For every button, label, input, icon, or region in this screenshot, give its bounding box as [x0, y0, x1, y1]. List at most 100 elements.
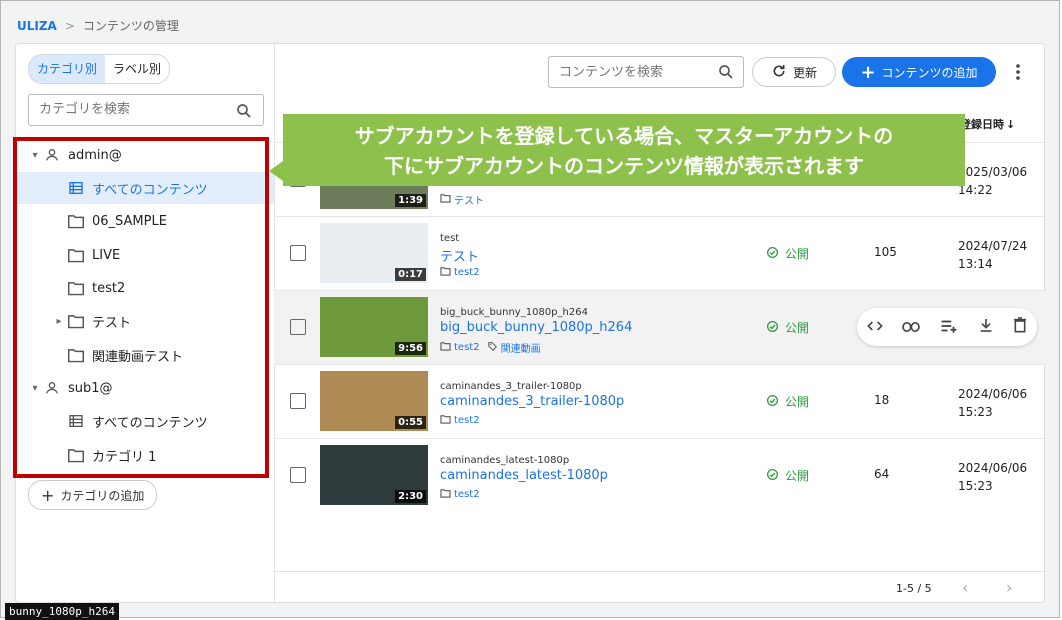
category-link[interactable]: test2	[454, 415, 480, 426]
view-count: 64	[874, 467, 890, 481]
table-row[interactable]: 0:55 caminandes_3_trailer-1080p caminandes…	[274, 364, 1046, 438]
category-tree-item[interactable]: ▾ sub1@	[16, 372, 274, 404]
content-search	[548, 56, 744, 88]
category-tree-item[interactable]: ▾ admin@	[16, 139, 274, 171]
category-link[interactable]: test2	[454, 489, 480, 500]
duration-badge: 0:17	[395, 268, 426, 281]
content-title-link[interactable]: caminandes_3_trailer-1080p	[440, 394, 624, 409]
code-icon[interactable]	[866, 318, 883, 337]
delete-icon[interactable]	[1013, 317, 1027, 337]
content-search-input[interactable]	[557, 64, 711, 81]
category-tree-label: カテゴリ 1	[92, 449, 157, 465]
folder-icon	[66, 278, 86, 298]
person-icon	[42, 145, 62, 165]
table-footer: 1-5 / 5 ‹ ›	[274, 571, 1046, 605]
row-checkbox[interactable]	[290, 245, 306, 261]
category-tree-item[interactable]: すべてのコンテンツ	[16, 172, 274, 204]
pagination-range: 1-5 / 5	[896, 582, 932, 595]
check-circle-icon	[766, 394, 779, 410]
more-vert-icon[interactable]	[1008, 58, 1028, 86]
label-link[interactable]: 関連動画	[501, 340, 541, 355]
content-meta: test2	[440, 266, 480, 279]
folder-icon	[440, 488, 451, 501]
add-content-label: コンテンツの追加	[881, 65, 978, 80]
table-row[interactable]: 9:56 big_buck_bunny_1080p_h264 big_buck_bu…	[274, 290, 1046, 364]
chevron-right-icon[interactable]: ›	[1006, 578, 1012, 597]
category-tree-item[interactable]: LIVE	[16, 239, 274, 271]
column-header-date-label: 登録日時	[960, 118, 1004, 131]
add-category-button[interactable]: + カテゴリの追加	[28, 480, 158, 510]
row-checkbox[interactable]	[290, 393, 306, 409]
app-window: ULIZA > コンテンツの管理 カテゴリ別 ラベル別 ▾ admin@ すべてのコ…	[0, 0, 1060, 620]
toggle-by-label[interactable]: ラベル別	[105, 55, 169, 83]
status-label: 公開	[785, 469, 810, 483]
video-thumbnail[interactable]: 0:17	[320, 223, 428, 283]
content-title-link[interactable]: big_buck_bunny_1080p_h264	[440, 320, 632, 335]
add-content-button[interactable]: + コンテンツの追加	[842, 57, 996, 87]
registered-date: 2024/07/24 13:14	[958, 237, 1027, 273]
folder-icon	[440, 414, 451, 427]
category-sidebar: カテゴリ別 ラベル別 ▾ admin@ すべてのコンテンツ 06_SAMPLE LIVE…	[16, 44, 275, 602]
breadcrumb: ULIZA > コンテンツの管理	[17, 17, 179, 34]
category-tree-item[interactable]: 関連動画テスト	[16, 339, 274, 371]
chevron-left-icon[interactable]: ‹	[962, 578, 968, 597]
category-search-input[interactable]	[37, 101, 231, 118]
content-id: big_buck_bunny_1080p_h264	[440, 307, 588, 318]
category-tree-label: すべてのコンテンツ	[92, 182, 208, 198]
category-link[interactable]: test2	[454, 342, 480, 353]
toggle-by-category[interactable]: カテゴリ別	[29, 55, 106, 83]
video-thumbnail[interactable]: 0:55	[320, 371, 428, 431]
status-badge: 公開	[766, 319, 809, 336]
link-icon[interactable]	[902, 318, 921, 337]
list-icon	[66, 178, 86, 198]
callout-pointer	[269, 161, 283, 181]
row-checkbox[interactable]	[290, 467, 306, 483]
category-link[interactable]: test2	[454, 267, 480, 278]
category-link[interactable]: テスト	[454, 192, 484, 207]
row-actions	[857, 308, 1037, 346]
registered-date-day: 2025/03/06	[958, 165, 1028, 179]
expand-arrow-right-icon[interactable]: ▸	[52, 316, 66, 327]
sort-arrow-down-icon: ↓	[1006, 117, 1016, 131]
expand-arrow-down-icon[interactable]: ▾	[28, 383, 42, 394]
registered-date: 2024/06/06 15:23	[958, 459, 1027, 495]
category-tree-item[interactable]: 06_SAMPLE	[16, 205, 274, 237]
category-tree-item[interactable]: カテゴリ 1	[16, 439, 274, 471]
playlist-add-icon[interactable]	[940, 318, 958, 337]
table-row[interactable]: 0:17 test テスト test2 公開 105 2024/07/24 13:14	[274, 216, 1046, 290]
registered-date-day: 2024/07/24	[958, 239, 1028, 253]
content-id: test	[440, 233, 460, 244]
category-tree-item[interactable]: test2	[16, 272, 274, 304]
view-count: 105	[874, 245, 897, 259]
breadcrumb-current: コンテンツの管理	[82, 19, 179, 33]
folder-icon	[66, 445, 86, 465]
status-label: 公開	[785, 321, 810, 335]
content-meta: test2 関連動画	[440, 340, 541, 355]
content-title-link[interactable]: テスト	[440, 246, 479, 265]
registered-date-time: 14:22	[958, 183, 993, 197]
search-icon[interactable]	[717, 63, 735, 85]
category-tree-item[interactable]: すべてのコンテンツ	[16, 405, 274, 437]
breadcrumb-home[interactable]: ULIZA	[17, 19, 57, 33]
column-header-date[interactable]: 登録日時 ↓	[960, 116, 1015, 132]
person-icon	[42, 378, 62, 398]
row-checkbox[interactable]	[290, 319, 306, 335]
folder-icon	[66, 311, 86, 331]
video-thumbnail[interactable]: 2:30	[320, 445, 428, 505]
plus-icon: +	[860, 61, 876, 83]
content-title-link[interactable]: caminandes_latest-1080p	[440, 468, 608, 483]
expand-arrow-down-icon[interactable]: ▾	[28, 150, 42, 161]
check-circle-icon	[766, 468, 779, 484]
status-label: 公開	[785, 395, 810, 409]
video-thumbnail[interactable]: 9:56	[320, 297, 428, 357]
table-row[interactable]: 2:30 caminandes_latest-1080p caminandes_la…	[274, 438, 1046, 512]
duration-badge: 0:55	[395, 416, 426, 429]
status-badge: 公開	[766, 393, 809, 410]
folder-icon	[66, 245, 86, 265]
category-tree-item[interactable]: ▸ テスト	[16, 305, 274, 337]
search-icon[interactable]	[235, 102, 253, 124]
download-icon[interactable]	[978, 317, 994, 337]
refresh-button[interactable]: 更新	[752, 57, 836, 87]
duration-badge: 1:39	[395, 194, 426, 207]
category-tree-label: sub1@	[68, 380, 113, 396]
